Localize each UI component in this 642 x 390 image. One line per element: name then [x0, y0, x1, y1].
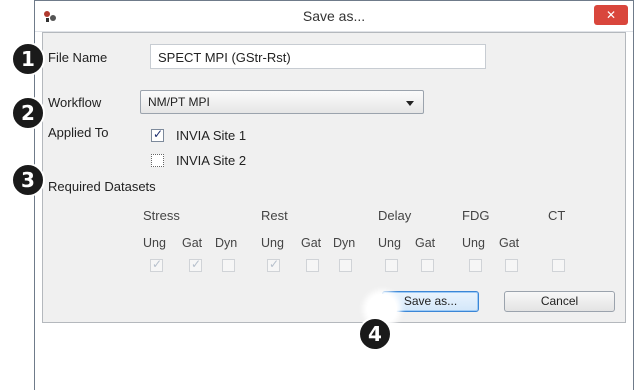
file-name-label: File Name — [48, 50, 108, 65]
stress-group-label: Stress — [143, 208, 180, 223]
close-icon: ✕ — [605, 8, 617, 22]
fdg-gat-checkbox — [505, 259, 518, 272]
ct-checkbox — [552, 259, 565, 272]
callout-2-badge: 2 — [11, 96, 45, 130]
save-as-window: Save as... ✕ File Name SPECT MPI (GStr-R… — [34, 0, 634, 390]
delay-gat-checkbox — [421, 259, 434, 272]
callout-4-badge: 4 — [358, 317, 392, 351]
close-button[interactable]: ✕ — [594, 5, 628, 25]
delay-group-label: Delay — [378, 208, 412, 223]
workflow-selected-value: NM/PT MPI — [148, 95, 210, 109]
rest-gat-label: Gat — [301, 236, 322, 250]
rest-dyn-label: Dyn — [333, 236, 356, 250]
fdg-ung-label: Ung — [462, 236, 485, 250]
applied-to-label: Applied To — [48, 125, 109, 140]
callout-3-badge: 3 — [11, 163, 45, 197]
window-title: Save as... — [302, 8, 366, 24]
ct-group-label: CT — [548, 208, 566, 223]
site-1-checkbox[interactable] — [151, 127, 164, 142]
stress-ung-checkbox — [150, 257, 163, 272]
workflow-label: Workflow — [48, 95, 102, 110]
delay-ung-checkbox — [385, 259, 398, 272]
rest-dyn-checkbox — [339, 259, 352, 272]
fdg-gat-label: Gat — [499, 236, 520, 250]
rest-group-label: Rest — [261, 208, 288, 223]
site-2-label: INVIA Site 2 — [176, 153, 247, 168]
site-1-label: INVIA Site 1 — [176, 128, 247, 143]
fdg-group-label: FDG — [462, 208, 490, 223]
file-name-input[interactable]: SPECT MPI (GStr-Rst) — [150, 44, 486, 69]
delay-gat-label: Gat — [415, 236, 436, 250]
delay-ung-label: Ung — [378, 236, 401, 250]
stress-gat-label: Gat — [182, 236, 203, 250]
stress-dyn-label: Dyn — [215, 236, 238, 250]
rest-ung-label: Ung — [261, 236, 284, 250]
dialog-body: File Name SPECT MPI (GStr-Rst) Workflow … — [42, 32, 626, 323]
rest-ung-checkbox — [267, 257, 280, 272]
chevron-down-icon — [406, 101, 414, 106]
fdg-ung-checkbox — [469, 259, 482, 272]
callout-1-badge: 1 — [11, 42, 45, 76]
required-datasets-label: Required Datasets — [48, 179, 156, 194]
cancel-button[interactable]: Cancel — [504, 291, 615, 312]
workflow-select[interactable]: NM/PT MPI — [140, 90, 424, 114]
rest-gat-checkbox — [306, 259, 319, 272]
title-bar[interactable]: Save as... ✕ — [35, 1, 633, 32]
site-2-checkbox[interactable] — [151, 154, 164, 167]
stress-dyn-checkbox — [222, 259, 235, 272]
stress-gat-checkbox — [189, 257, 202, 272]
stress-ung-label: Ung — [143, 236, 166, 250]
